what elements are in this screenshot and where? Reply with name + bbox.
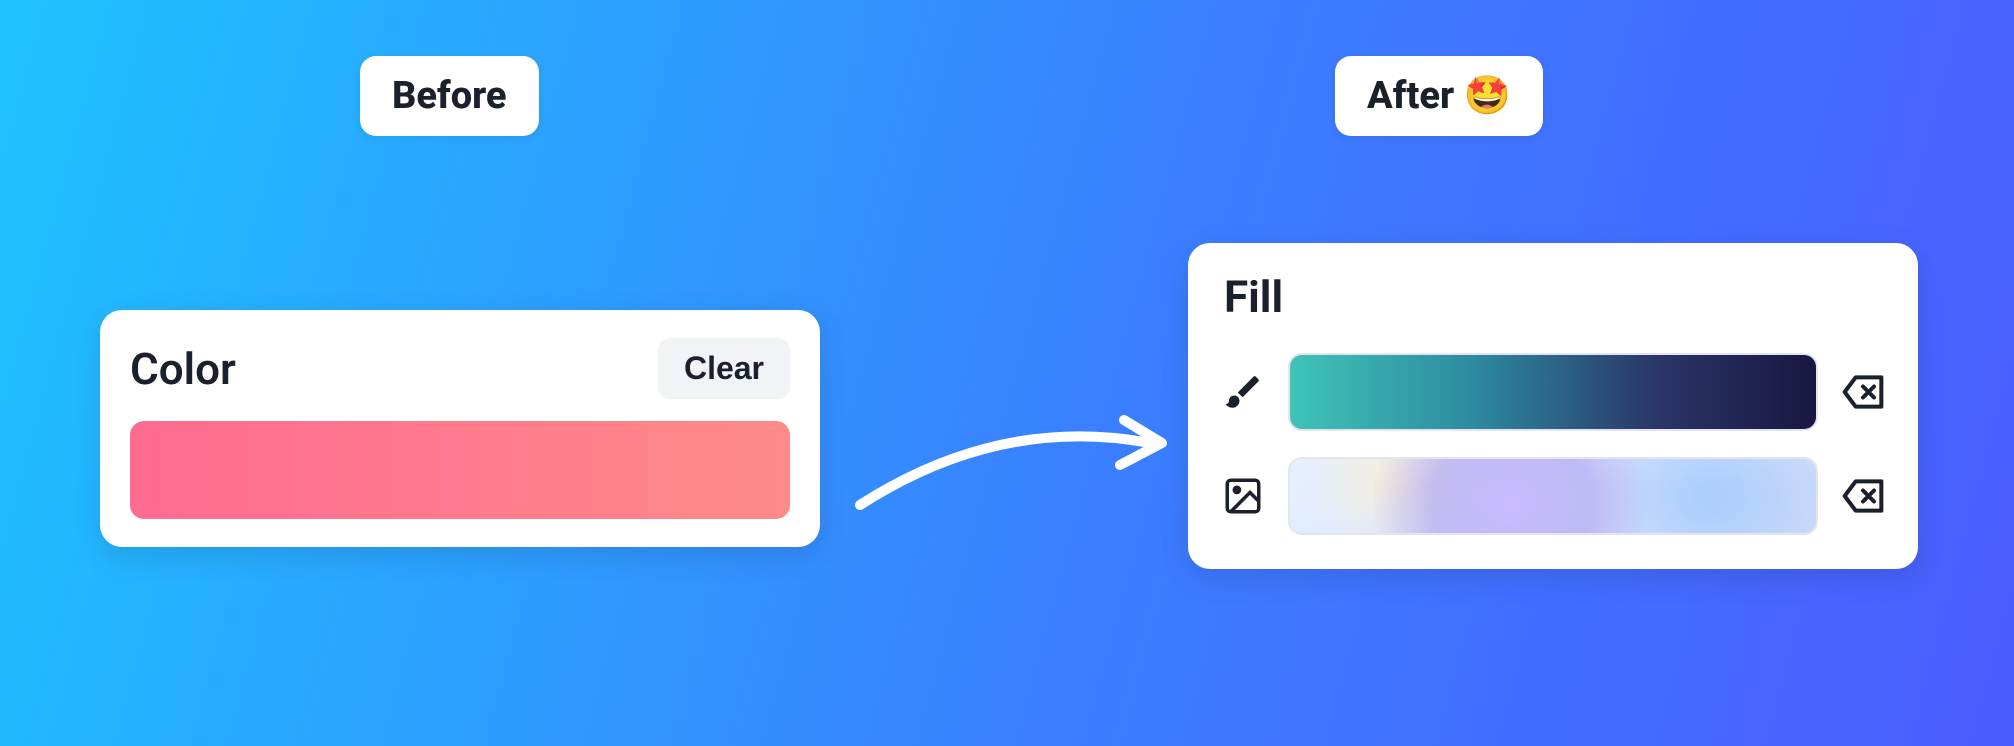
- before-badge-label: Before: [392, 74, 507, 118]
- arrow-icon: [850, 395, 1190, 535]
- image-swatch[interactable]: [1288, 457, 1818, 535]
- fill-panel-after: Fill: [1188, 243, 1918, 569]
- color-panel-title: Color: [130, 343, 236, 395]
- before-badge: Before: [360, 56, 539, 136]
- color-panel-header: Color Clear: [130, 338, 790, 399]
- delete-image-button[interactable]: [1838, 475, 1888, 517]
- color-panel-before: Color Clear: [100, 310, 820, 547]
- color-swatch[interactable]: [130, 421, 790, 519]
- fill-row-image: [1218, 457, 1888, 535]
- gradient-swatch[interactable]: [1288, 353, 1818, 431]
- after-badge-label: After 🤩: [1367, 74, 1511, 118]
- delete-gradient-button[interactable]: [1838, 371, 1888, 413]
- after-badge: After 🤩: [1335, 56, 1543, 136]
- image-icon: [1218, 475, 1268, 517]
- clear-button[interactable]: Clear: [658, 338, 790, 399]
- brush-icon: [1218, 371, 1268, 413]
- fill-panel-title: Fill: [1224, 271, 1888, 323]
- fill-row-gradient: [1218, 353, 1888, 431]
